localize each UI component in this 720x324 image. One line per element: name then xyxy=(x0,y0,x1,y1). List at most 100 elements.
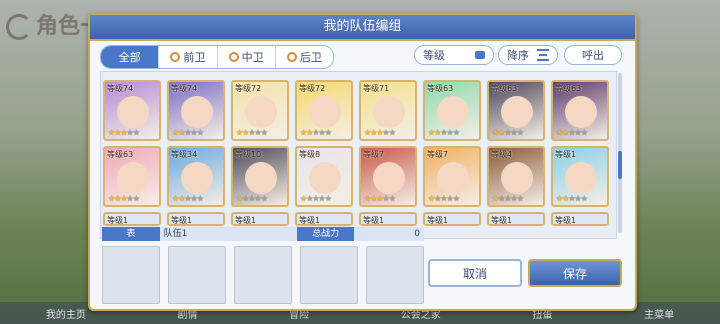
character-level: 等级10 xyxy=(235,150,262,159)
character-card[interactable]: 等级1 xyxy=(167,212,225,226)
star-rating: ★★★★★ xyxy=(364,128,396,137)
sort-order-button[interactable]: 降序 xyxy=(498,45,558,65)
character-level: 等级1 xyxy=(299,216,321,225)
character-level: 等级63 xyxy=(491,84,518,93)
back-role-icon xyxy=(286,52,297,62)
character-portrait xyxy=(245,162,277,194)
character-card[interactable]: 等级1 xyxy=(231,212,289,226)
team-slot-1[interactable] xyxy=(102,246,160,304)
character-level: 等级74 xyxy=(107,84,134,93)
character-card[interactable]: 等级63 ★★★★★ xyxy=(423,80,481,141)
character-card[interactable]: 等级8 ★★★★★ xyxy=(295,146,353,207)
character-portrait xyxy=(437,96,469,128)
filter-row: 全部 前卫 中卫 后卫 等级 降序 呼出 xyxy=(100,45,625,69)
character-card[interactable]: 等级71 ★★★★★ xyxy=(359,80,417,141)
team-slot-4[interactable] xyxy=(300,246,358,304)
character-card[interactable]: 等级63 ★★★★★ xyxy=(487,80,545,141)
star-rating: ★★★★★ xyxy=(492,194,524,203)
character-card[interactable]: 等级7 ★★★★★ xyxy=(423,146,481,207)
bottom-nav-item: 主菜单 xyxy=(644,309,675,321)
character-portrait xyxy=(373,162,405,194)
character-level: 等级4 xyxy=(491,150,513,159)
character-card[interactable]: 等级74 ★★★★★ xyxy=(167,80,225,141)
character-level: 等级63 xyxy=(555,84,582,93)
character-level: 等级34 xyxy=(171,150,198,159)
character-card[interactable]: 等级7 ★★★★★ xyxy=(359,146,417,207)
character-level: 等级1 xyxy=(171,216,193,225)
star-rating: ★★★★★ xyxy=(172,128,204,137)
tab-all[interactable]: 全部 xyxy=(101,46,160,68)
star-rating: ★★★★★ xyxy=(364,194,396,203)
character-card[interactable]: 等级74 ★★★★★ xyxy=(103,80,161,141)
cancel-button[interactable]: 取消 xyxy=(428,259,522,287)
callout-button[interactable]: 呼出 xyxy=(564,45,622,65)
team-tag: 表 xyxy=(102,227,160,241)
character-grid[interactable]: 等级74 ★★★★★ 等级74 ★★★★★ 等级72 ★★★★★ 等级72 ★★★★★ 等级71… xyxy=(100,71,617,239)
star-rating: ★★★★★ xyxy=(428,128,460,137)
character-card[interactable]: 等级63 ★★★★★ xyxy=(551,80,609,141)
star-rating: ★★★★★ xyxy=(492,128,524,137)
character-card[interactable]: 等级72 ★★★★★ xyxy=(295,80,353,141)
character-portrait xyxy=(373,96,405,128)
character-portrait xyxy=(309,162,341,194)
character-portrait xyxy=(437,162,469,194)
level-filter-icon xyxy=(475,51,485,59)
character-level: 等级1 xyxy=(427,216,449,225)
tab-back[interactable]: 后卫 xyxy=(276,46,333,68)
total-power-value: 0 xyxy=(354,227,425,241)
level-filter-button[interactable]: 等级 xyxy=(414,45,494,65)
character-card[interactable]: 等级1 xyxy=(359,212,417,226)
character-card[interactable]: 等级10 ★★★★★ xyxy=(231,146,289,207)
character-portrait xyxy=(501,96,533,128)
character-portrait xyxy=(181,162,213,194)
tab-middle[interactable]: 中卫 xyxy=(218,46,276,68)
team-name: 队伍1 xyxy=(159,227,297,241)
bottom-nav-item: 我的主页 xyxy=(45,309,86,321)
position-tabs: 全部 前卫 中卫 后卫 xyxy=(100,45,334,69)
star-rating: ★★★★★ xyxy=(108,194,140,203)
character-card[interactable]: 等级1 xyxy=(295,212,353,226)
scrollbar-thumb[interactable] xyxy=(618,151,622,179)
star-rating: ★★★★★ xyxy=(236,128,268,137)
character-card[interactable]: 等级1 ★★★★★ xyxy=(551,146,609,207)
character-portrait xyxy=(565,96,597,128)
sort-icon xyxy=(537,49,549,61)
character-portrait xyxy=(309,96,341,128)
character-card[interactable]: 等级34 ★★★★★ xyxy=(167,146,225,207)
star-rating: ★★★★★ xyxy=(236,194,268,203)
character-card[interactable]: 等级63 ★★★★★ xyxy=(103,146,161,207)
star-rating: ★★★★★ xyxy=(300,194,332,203)
grid-scrollbar[interactable] xyxy=(618,73,622,233)
character-portrait xyxy=(117,162,149,194)
team-slot-5[interactable] xyxy=(366,246,424,304)
character-card[interactable]: 等级1 xyxy=(103,212,161,226)
tab-front[interactable]: 前卫 xyxy=(159,46,218,68)
character-card[interactable]: 等级4 ★★★★★ xyxy=(487,146,545,207)
character-card[interactable]: 等级1 xyxy=(487,212,545,226)
character-card[interactable]: 等级1 xyxy=(551,212,609,226)
star-rating: ★★★★★ xyxy=(556,128,588,137)
character-level: 等级72 xyxy=(235,84,262,93)
character-level: 等级1 xyxy=(235,216,257,225)
front-role-icon xyxy=(170,52,181,62)
character-level: 等级71 xyxy=(363,84,390,93)
character-level: 等级72 xyxy=(299,84,326,93)
star-rating: ★★★★★ xyxy=(172,194,204,203)
team-slot-3[interactable] xyxy=(234,246,292,304)
character-level: 等级7 xyxy=(427,150,449,159)
character-level: 等级1 xyxy=(363,216,385,225)
character-portrait xyxy=(565,162,597,194)
character-card[interactable]: 等级1 xyxy=(423,212,481,226)
star-rating: ★★★★★ xyxy=(108,128,140,137)
character-portrait xyxy=(245,96,277,128)
character-portrait xyxy=(181,96,213,128)
save-button[interactable]: 保存 xyxy=(528,259,622,287)
character-level: 等级63 xyxy=(107,150,134,159)
star-rating: ★★★★★ xyxy=(300,128,332,137)
character-level: 等级8 xyxy=(299,150,321,159)
character-level: 等级1 xyxy=(555,150,577,159)
middle-role-icon xyxy=(228,52,239,62)
team-slot-2[interactable] xyxy=(168,246,226,304)
character-level: 等级1 xyxy=(491,216,513,225)
character-card[interactable]: 等级72 ★★★★★ xyxy=(231,80,289,141)
